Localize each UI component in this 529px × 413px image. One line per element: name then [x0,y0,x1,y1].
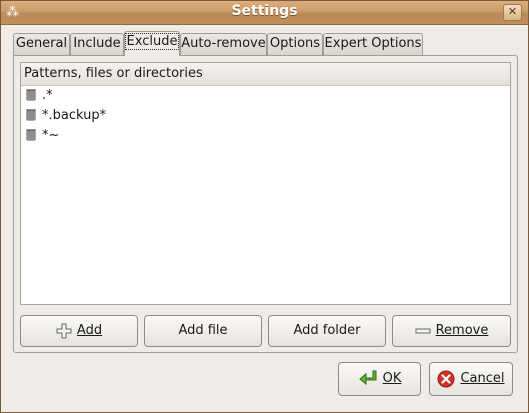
list-item[interactable]: *.backup* [21,106,510,126]
add-file-button[interactable]: Add file [144,315,262,347]
plus-icon [56,323,72,338]
tab-exclude[interactable]: Exclude [124,31,180,56]
close-button[interactable]: ✕ [503,4,522,21]
cancel-button[interactable]: Cancel [429,362,513,396]
trash-can-icon [26,89,36,101]
exclude-panel: Patterns, files or directories .* *.back… [13,55,518,353]
settings-window: ⁂ Settings ✕ General Include Exclude Aut… [0,0,529,413]
list-item-label: *.backup* [42,108,107,123]
list-column-header[interactable]: Patterns, files or directories [21,63,510,86]
window-title: Settings [231,3,298,19]
list-item[interactable]: .* [21,86,510,106]
trash-can-icon [26,129,36,141]
tab-expert-options[interactable]: Expert Options [323,33,423,55]
list-item-label: .* [42,88,53,103]
tab-general[interactable]: General [13,33,70,55]
remove-button[interactable]: Remove [392,315,511,347]
list-item[interactable]: *~ [21,126,510,146]
add-folder-button[interactable]: Add folder [268,315,386,347]
list-item-label: *~ [42,128,60,143]
tab-auto-remove[interactable]: Auto-remove [180,33,267,55]
cancel-icon [437,370,455,387]
tab-include[interactable]: Include [70,33,124,55]
title-bar[interactable]: ⁂ Settings ✕ [1,1,528,25]
minus-icon [415,328,431,333]
tab-options[interactable]: Options [267,33,323,55]
add-button[interactable]: Add [20,315,138,347]
trash-can-icon [26,109,36,121]
pattern-list[interactable]: Patterns, files or directories .* *.back… [20,62,511,305]
return-arrow-icon [358,370,377,385]
ok-button[interactable]: OK [338,362,421,396]
